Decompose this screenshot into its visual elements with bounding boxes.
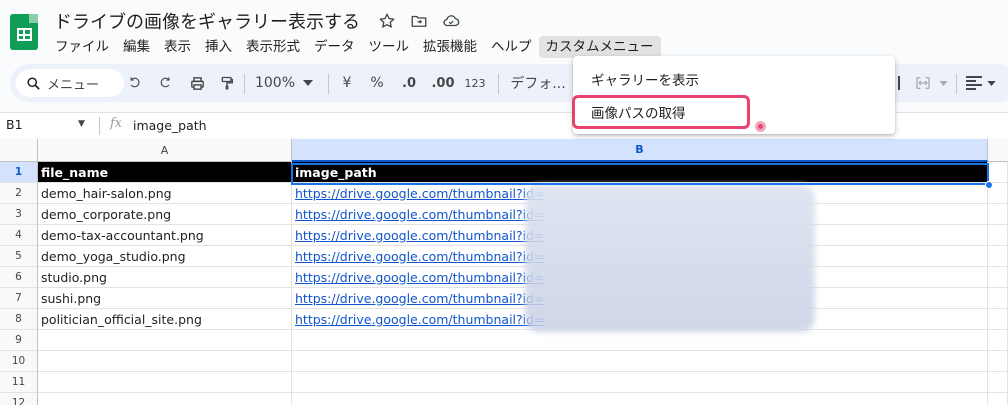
row-header[interactable]: 5: [0, 246, 38, 267]
row-header[interactable]: 9: [0, 330, 38, 351]
number-format-button[interactable]: 123: [462, 64, 488, 102]
fx-icon: fx: [110, 116, 123, 131]
move-folder-icon[interactable]: [408, 10, 430, 32]
row-header[interactable]: 3: [0, 204, 38, 225]
menu-search[interactable]: メニュー: [16, 69, 124, 97]
row-header[interactable]: 8: [0, 309, 38, 330]
zoom-select[interactable]: 100%: [250, 64, 300, 102]
align-left-icon[interactable]: [964, 64, 984, 102]
cell-image-path[interactable]: [292, 351, 988, 372]
redo-icon[interactable]: [154, 64, 176, 102]
star-icon[interactable]: [376, 10, 398, 32]
toolbar-divider: [956, 74, 957, 94]
cell-empty[interactable]: [988, 267, 1008, 288]
toolbar-divider: [498, 74, 499, 94]
cloud-status-icon[interactable]: [440, 10, 462, 32]
merge-dropdown-icon[interactable]: [936, 64, 950, 102]
cell-empty[interactable]: [988, 372, 1008, 393]
zoom-dropdown-icon[interactable]: [300, 64, 316, 102]
formula-input[interactable]: image_path: [133, 118, 207, 133]
currency-format-button[interactable]: ¥: [336, 64, 358, 102]
sheets-logo-icon[interactable]: [10, 14, 38, 50]
menu-edit[interactable]: 編集: [116, 36, 157, 58]
menu-format[interactable]: 表示形式: [239, 36, 307, 58]
toolbar-divider: [244, 74, 245, 94]
menu-item-show-gallery[interactable]: ギャラリーを表示: [591, 69, 699, 89]
cell-image-path[interactable]: [292, 330, 988, 351]
cell-empty[interactable]: [988, 288, 1008, 309]
borders-icon[interactable]: [894, 64, 910, 102]
top-bar: ドライブの画像をギャラリー表示する ファイル 編集 表示 挿入 表示形式 データ…: [0, 0, 1008, 62]
merge-cells-icon[interactable]: [910, 64, 936, 102]
align-dropdown-icon[interactable]: [984, 64, 998, 102]
title-icons: [376, 10, 462, 32]
cell-empty[interactable]: [988, 204, 1008, 225]
increase-decimal-button[interactable]: .00: [428, 64, 458, 102]
decrease-decimal-button[interactable]: .0: [396, 64, 422, 102]
cell-empty[interactable]: [988, 393, 1008, 405]
name-box[interactable]: B1: [6, 117, 23, 132]
font-family-select[interactable]: デフォ...: [508, 64, 568, 102]
cell-file-name[interactable]: demo_corporate.png: [38, 204, 292, 225]
menu-extensions[interactable]: 拡張機能: [416, 36, 484, 58]
menu-file[interactable]: ファイル: [48, 36, 116, 58]
cell-file-name[interactable]: studio.png: [38, 267, 292, 288]
menu-data[interactable]: データ: [307, 36, 362, 58]
fill-handle[interactable]: [985, 181, 993, 189]
cell-file-name[interactable]: [38, 372, 292, 393]
cell-file-name[interactable]: politician_official_site.png: [38, 309, 292, 330]
annotation-highlight-box: [572, 95, 750, 129]
column-header-a[interactable]: A: [38, 139, 292, 162]
header-cell-file-name[interactable]: file_name: [38, 162, 292, 183]
row-header[interactable]: 2: [0, 183, 38, 204]
selection-outline: [291, 163, 989, 185]
undo-icon[interactable]: [124, 64, 146, 102]
row-header[interactable]: 10: [0, 351, 38, 372]
paint-format-icon[interactable]: [216, 64, 238, 102]
select-all-corner[interactable]: [0, 139, 38, 162]
menu-insert[interactable]: 挿入: [198, 36, 239, 58]
row-header[interactable]: 7: [0, 288, 38, 309]
row-header[interactable]: 11: [0, 372, 38, 393]
cell-file-name[interactable]: [38, 393, 292, 405]
cell-image-path[interactable]: [292, 372, 988, 393]
cell-empty[interactable]: [988, 330, 1008, 351]
cell-file-name[interactable]: demo-tax-accountant.png: [38, 225, 292, 246]
row-header[interactable]: 6: [0, 267, 38, 288]
menu-view[interactable]: 表示: [157, 36, 198, 58]
formula-divider: [99, 117, 100, 135]
cell-file-name[interactable]: [38, 330, 292, 351]
menu-bar: ファイル 編集 表示 挿入 表示形式 データ ツール 拡張機能 ヘルプ カスタム…: [48, 36, 661, 58]
cell-empty[interactable]: [988, 309, 1008, 330]
cell-file-name[interactable]: sushi.png: [38, 288, 292, 309]
cell-image-path[interactable]: [292, 393, 988, 405]
toolbar-divider: [328, 74, 329, 94]
menu-tools[interactable]: ツール: [362, 36, 417, 58]
percent-format-button[interactable]: %: [366, 64, 388, 102]
redacted-ids-blur: [525, 184, 815, 332]
cell-empty[interactable]: [988, 351, 1008, 372]
cell-empty[interactable]: [988, 225, 1008, 246]
document-title[interactable]: ドライブの画像をギャラリー表示する: [54, 8, 360, 34]
cell-empty[interactable]: [988, 246, 1008, 267]
row-header[interactable]: 12: [0, 393, 38, 405]
column-header-b[interactable]: B: [292, 139, 988, 162]
name-box-dropdown-icon[interactable]: ▼: [78, 119, 85, 129]
row-header[interactable]: 1: [0, 162, 38, 183]
column-header-c[interactable]: [988, 139, 1008, 162]
menu-custom[interactable]: カスタムメニュー: [538, 36, 661, 58]
cell-file-name[interactable]: [38, 351, 292, 372]
cell-file-name[interactable]: demo_hair-salon.png: [38, 183, 292, 204]
row-header[interactable]: 4: [0, 225, 38, 246]
search-icon: [27, 76, 40, 90]
print-icon[interactable]: [186, 64, 208, 102]
cell-file-name[interactable]: demo_yoga_studio.png: [38, 246, 292, 267]
menu-search-label: メニュー: [47, 77, 100, 93]
cell-empty[interactable]: [988, 162, 1008, 183]
menu-help[interactable]: ヘルプ: [484, 36, 539, 58]
annotation-cursor-dot: [755, 121, 766, 132]
